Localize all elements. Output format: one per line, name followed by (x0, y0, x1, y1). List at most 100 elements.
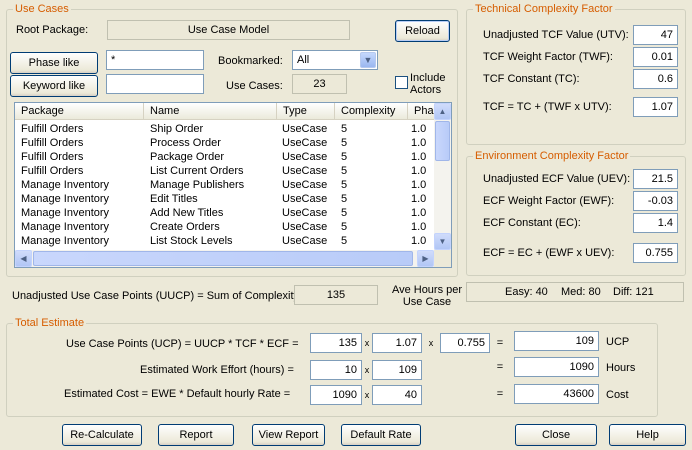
use-case-list[interactable]: Package Name Type Complexity Pha Fulfill… (14, 102, 452, 268)
chevron-down-icon[interactable]: ▼ (360, 52, 376, 68)
uev-field[interactable]: 21.5 (633, 169, 678, 189)
cell-type: UseCase (282, 123, 328, 135)
tcf-result-field: 1.07 (633, 97, 678, 117)
cell-type: UseCase (282, 207, 328, 219)
column-header-name[interactable]: Name (144, 103, 277, 120)
cell-type: UseCase (282, 235, 328, 247)
column-header-package[interactable]: Package (15, 103, 144, 120)
times-sign: x (428, 338, 434, 348)
cell-type: UseCase (282, 165, 328, 177)
cell-type: UseCase (282, 179, 328, 191)
vertical-scrollbar[interactable]: ▲ ▼ (434, 103, 451, 250)
table-row[interactable]: Manage Inventory Edit Titles UseCase 5 1… (15, 192, 435, 206)
table-row[interactable]: Manage Inventory List Stock Levels UseCa… (15, 234, 435, 248)
table-row[interactable]: Fulfill Orders Ship Order UseCase 5 1.0 (15, 122, 435, 136)
recalculate-button[interactable]: Re-Calculate (62, 424, 142, 446)
cell-phase: 1.0 (411, 221, 427, 233)
column-header-complexity[interactable]: Complexity (335, 103, 408, 120)
table-row[interactable]: Fulfill Orders List Current Orders UseCa… (15, 164, 435, 178)
diff-hours: Diff: 121 (613, 286, 654, 298)
cell-package: Manage Inventory (21, 207, 110, 219)
times-sign: x (364, 390, 370, 400)
scroll-up-icon[interactable]: ▲ (434, 103, 451, 120)
cell-package: Manage Inventory (21, 193, 110, 205)
phase-like-button[interactable]: Phase like (10, 52, 98, 74)
utv-field[interactable]: 47 (633, 25, 678, 45)
cell-complexity: 5 (341, 207, 348, 219)
ucp-label: Use Case Points (UCP) = UUCP * TCF * ECF… (66, 338, 299, 350)
times-sign: x (364, 338, 370, 348)
cell-type: UseCase (282, 221, 328, 233)
include-actors-checkbox[interactable] (395, 76, 408, 89)
ave-hours-field: Easy: 40 Med: 80 Diff: 121 (466, 282, 684, 302)
cell-type: UseCase (282, 151, 328, 163)
table-row[interactable]: Manage Inventory Manage Publishers UseCa… (15, 178, 435, 192)
phase-like-input[interactable]: * (106, 50, 204, 70)
use-cases-count-label: Use Cases: (226, 80, 283, 92)
bookmarked-label: Bookmarked: (218, 55, 283, 67)
keyword-like-button[interactable]: Keyword like (10, 75, 98, 97)
include-actors-label: Include Actors (410, 72, 446, 96)
default-rate-button[interactable]: Default Rate (341, 424, 421, 446)
cell-package: Fulfill Orders (21, 137, 84, 149)
horizontal-scroll-thumb[interactable] (33, 251, 413, 266)
bookmarked-select[interactable]: All ▼ (292, 50, 378, 70)
ucp-tcf-field: 1.07 (372, 333, 422, 353)
cell-complexity: 5 (341, 193, 348, 205)
cell-name: List Stock Levels (150, 235, 233, 247)
scroll-corner (434, 250, 451, 267)
cell-package: Fulfill Orders (21, 123, 84, 135)
help-button[interactable]: Help (609, 424, 686, 446)
cell-name: Edit Titles (150, 193, 198, 205)
horizontal-scrollbar[interactable]: ◀ ▶ (15, 250, 434, 267)
table-row[interactable]: Fulfill Orders Process Order UseCase 5 1… (15, 136, 435, 150)
ewf-field[interactable]: -0.03 (633, 191, 678, 211)
root-package-field: Use Case Model (107, 20, 350, 40)
cell-name: Create Orders (150, 221, 220, 233)
ec-field[interactable]: 1.4 (633, 213, 678, 233)
cell-phase: 1.0 (411, 207, 427, 219)
use-cases-count: 23 (292, 74, 347, 94)
cost-ewe-field: 1090 (310, 385, 362, 405)
ewe-ucp-field: 109 (372, 360, 422, 380)
ec-label: ECF Constant (EC): (483, 217, 581, 229)
ewe-result-field: 1090 (514, 357, 599, 377)
scroll-left-icon[interactable]: ◀ (15, 250, 32, 267)
cell-type: UseCase (282, 193, 328, 205)
cost-label: Estimated Cost = EWE * Default hourly Ra… (64, 388, 291, 400)
cell-complexity: 5 (341, 123, 348, 135)
column-header-type[interactable]: Type (277, 103, 335, 120)
tc-field[interactable]: 0.6 (633, 69, 678, 89)
cell-name: Ship Order (150, 123, 204, 135)
hours-unit-label: Hours (606, 362, 636, 374)
view-report-button[interactable]: View Report (252, 424, 325, 446)
cell-complexity: 5 (341, 151, 348, 163)
ucp-result-field: 109 (514, 331, 599, 351)
hourly-rate-field[interactable]: 40 (372, 385, 422, 405)
cell-package: Manage Inventory (21, 235, 110, 247)
cost-unit-label: Cost (606, 389, 629, 401)
tcf-title: Technical Complexity Factor (473, 2, 615, 16)
close-button[interactable]: Close (515, 424, 597, 446)
scroll-down-icon[interactable]: ▼ (434, 233, 451, 250)
twf-field[interactable]: 0.01 (633, 47, 678, 67)
easy-hours: Easy: 40 (505, 286, 548, 298)
equals-sign: = (496, 388, 504, 400)
cell-phase: 1.0 (411, 123, 427, 135)
report-button[interactable]: Report (158, 424, 234, 446)
cell-package: Fulfill Orders (21, 165, 84, 177)
uucp-label: Unadjusted Use Case Points (UUCP) = Sum … (12, 290, 300, 302)
reload-button[interactable]: Reload (395, 20, 450, 42)
scroll-right-icon[interactable]: ▶ (417, 250, 434, 267)
list-header: Package Name Type Complexity Pha (15, 103, 435, 120)
hours-per-ucp-field[interactable]: 10 (310, 360, 362, 380)
vertical-scroll-thumb[interactable] (435, 121, 450, 161)
ave-hours-label: Ave Hours per Use Case (391, 284, 463, 308)
cell-package: Manage Inventory (21, 221, 110, 233)
uev-label: Unadjusted ECF Value (UEV): (483, 173, 631, 185)
table-row[interactable]: Manage Inventory Add New Titles UseCase … (15, 206, 435, 220)
table-row[interactable]: Fulfill Orders Package Order UseCase 5 1… (15, 150, 435, 164)
med-hours: Med: 80 (561, 286, 601, 298)
keyword-like-input[interactable] (106, 74, 204, 94)
table-row[interactable]: Manage Inventory Create Orders UseCase 5… (15, 220, 435, 234)
